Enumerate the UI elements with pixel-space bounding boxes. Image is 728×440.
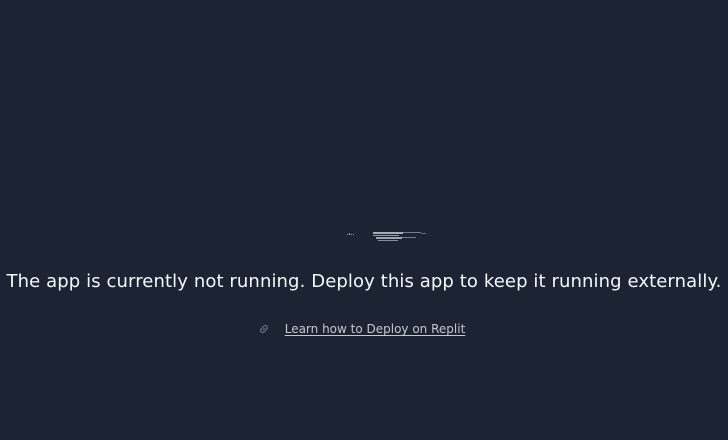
not-running-message: The app is currently not running. Deploy… — [6, 271, 722, 292]
link-icon — [259, 325, 268, 333]
app-not-running-page: The app is currently not running. Deploy… — [0, 0, 728, 440]
learn-deploy-link[interactable]: Learn how to Deploy on Replit — [285, 322, 466, 336]
learn-link-row: Learn how to Deploy on Replit — [0, 319, 728, 339]
sleeping-app-illustration — [347, 232, 426, 241]
